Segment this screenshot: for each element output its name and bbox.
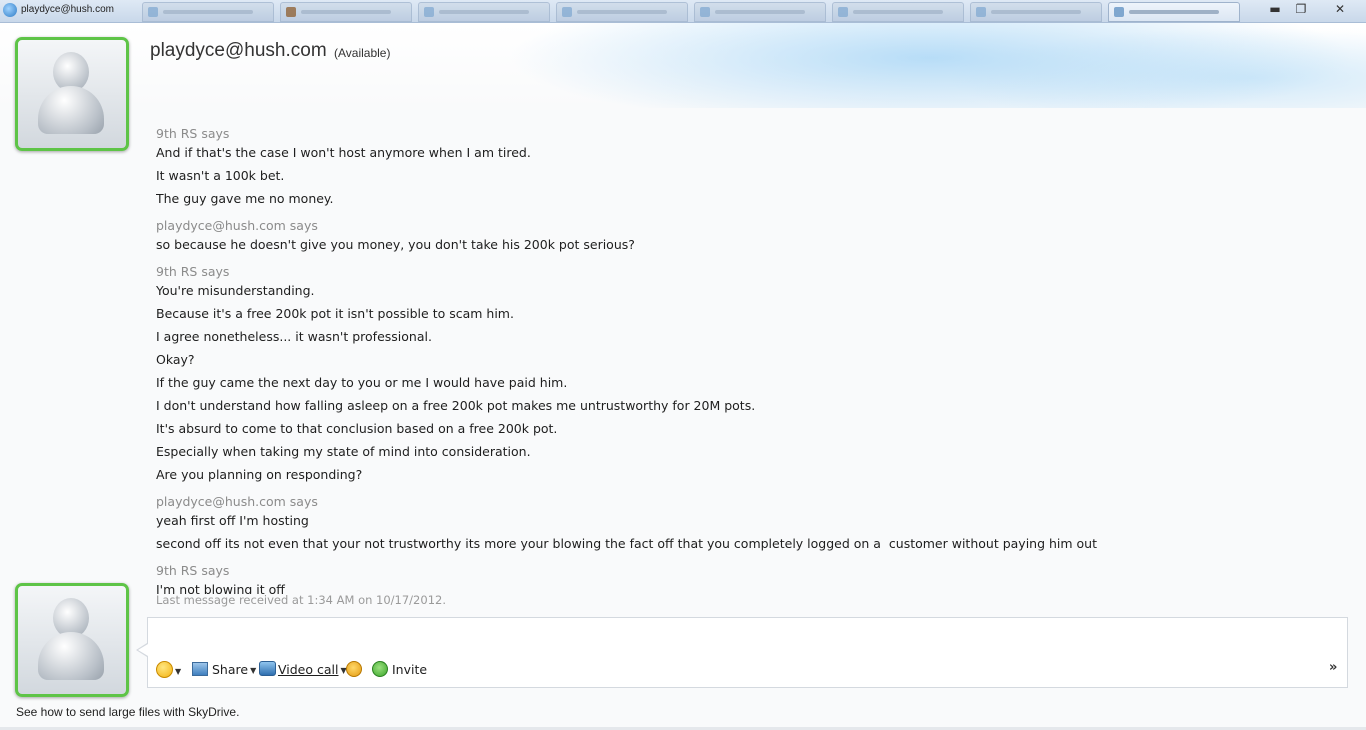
message-line: Especially when taking my state of mind … [156,444,531,459]
conversation-tab[interactable] [832,2,964,22]
message-line: The guy gave me no money. [156,191,334,206]
message-group: playdyce@hush.com says so because he does… [156,218,1336,259]
message-line: Are you planning on responding? [156,467,363,482]
video-call-button[interactable]: Video call ▼ [259,661,347,679]
message-line: And if that's the case I won't host anym… [156,145,531,160]
share-icon [192,662,208,676]
invite-button[interactable]: Invite [372,661,427,679]
conversation-tab-icon [700,7,710,17]
message-line: It's absurd to come to that conclusion b… [156,421,558,436]
contact-avatar-icon[interactable] [15,37,129,151]
message-line: so because he doesn't give you money, yo… [156,237,635,252]
conversation-tab-icon [976,7,986,17]
conversation-tab-icon [562,7,572,17]
conversation-tab-icon [1114,7,1124,17]
nudge-icon [346,661,362,677]
share-button[interactable]: Share ▼ [192,661,256,679]
minimize-button[interactable]: ▬ [1263,1,1287,18]
last-message-received: Last message received at 1:34 AM on 10/1… [156,593,446,607]
message-line: I agree nonetheless... it wasn't profess… [156,329,432,344]
message-line: Okay? [156,352,195,367]
conversation-tab-active[interactable] [1108,2,1240,22]
emoticon-button[interactable]: ▼ [156,661,181,679]
invite-icon [372,661,388,677]
message-line: second off its not even that your not tr… [156,536,1098,551]
message-line: Because it's a free 200k pot it isn't po… [156,306,514,321]
message-sender: playdyce@hush.com says [156,218,318,233]
chevron-down-icon: ▼ [175,667,182,676]
conversation-history[interactable]: 9th RS says And if that's the case I won'… [156,126,1336,594]
conversation-tab[interactable] [280,2,412,22]
emoticon-icon [156,661,173,678]
message-line: If the guy came the next day to you or m… [156,375,568,390]
conversation-tab[interactable] [142,2,274,22]
conversation-tab-icon [286,7,296,17]
message-line: It wasn't a 100k bet. [156,168,285,183]
video-call-icon [259,661,276,676]
conversation-tab[interactable] [556,2,688,22]
contact-status: (Available) [334,46,391,60]
message-group: 9th RS says You're misunderstanding. Becau… [156,264,1336,489]
restore-button[interactable]: ❐ [1289,1,1313,18]
message-sender: playdyce@hush.com says [156,494,318,509]
skydrive-link[interactable]: See how to send large files with SkyDriv… [16,705,239,719]
messenger-app-icon [3,3,17,17]
message-line: I don't understand how falling asleep on… [156,398,756,413]
message-line: yeah first off I'm hosting [156,513,309,528]
message-group: playdyce@hush.com says yeah first off I'm… [156,494,1336,558]
message-sender: 9th RS says [156,126,230,141]
chevron-down-icon: ▼ [250,666,257,675]
message-sender: 9th RS says [156,264,230,279]
conversation-tab[interactable] [418,2,550,22]
message-line: You're misunderstanding. [156,283,315,298]
more-options-button[interactable]: » [1329,660,1337,675]
message-group: 9th RS says I'm not blowing it off [156,563,1336,594]
conversation-tab-icon [424,7,434,17]
close-button[interactable]: ✕ [1328,1,1352,18]
nudge-button[interactable] [346,661,362,679]
contact-name: playdyce@hush.com [150,40,327,61]
conversation-tab[interactable] [970,2,1102,22]
conversation-tab[interactable] [694,2,826,22]
my-avatar-icon[interactable] [15,583,129,697]
window-title-bar: playdyce@hush.com ▬ ❐ ✕ [0,0,1366,23]
conversation-tab-icon [838,7,848,17]
window-title: playdyce@hush.com [21,4,114,15]
message-group: 9th RS says And if that's the case I won'… [156,126,1336,213]
conversation-header [0,23,1366,108]
conversation-tab-icon [148,7,158,17]
conversation-tab-strip [142,2,1242,22]
message-sender: 9th RS says [156,563,230,578]
